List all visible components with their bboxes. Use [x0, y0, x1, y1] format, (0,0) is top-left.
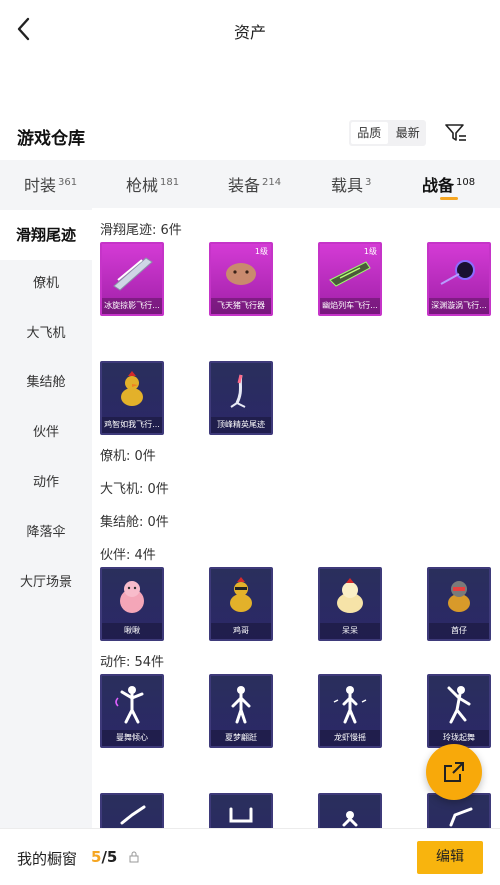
- share-icon: [444, 762, 464, 782]
- sidebar-item-partner[interactable]: 伙伴: [0, 408, 92, 458]
- sidebar-item-lobby-scene[interactable]: 大厅场景: [0, 558, 92, 608]
- section-label-big-plane: 大飞机: 0件: [100, 482, 169, 497]
- item-name: 顶峰精英尾迹: [211, 417, 271, 433]
- item-image: [429, 569, 489, 625]
- lock-icon: [129, 851, 139, 863]
- sort-quality-button[interactable]: 品质: [351, 122, 388, 144]
- item-image: [211, 569, 271, 625]
- item-name: 啾啾: [102, 623, 162, 639]
- section-label-action: 动作: 54件: [100, 655, 165, 670]
- tab-fashion[interactable]: 时装 361: [24, 172, 77, 196]
- item-image: [211, 244, 271, 300]
- item-name: 龙虾慢摇: [320, 730, 380, 746]
- showcase-total: /5: [101, 848, 118, 866]
- item-card[interactable]: [209, 793, 273, 828]
- sidebar-item-wingman[interactable]: 僚机: [0, 259, 92, 309]
- sort-latest-button[interactable]: 最新: [390, 120, 427, 146]
- filter-icon[interactable]: [444, 122, 468, 144]
- tab-equipment[interactable]: 装备 214: [228, 172, 281, 196]
- item-card[interactable]: 酋仔: [427, 567, 491, 641]
- edit-button[interactable]: 编辑: [417, 841, 483, 874]
- sidebar-item-big-plane[interactable]: 大飞机: [0, 309, 92, 359]
- item-name: 幽焰列车飞行...: [320, 298, 380, 314]
- item-image: [102, 244, 162, 300]
- section-label-wingman: 僚机: 0件: [100, 449, 156, 464]
- item-name: 曼舞倾心: [102, 730, 162, 746]
- item-card[interactable]: 玲珑起舞: [427, 674, 491, 748]
- sidebar-item-pod[interactable]: 集结舱: [0, 358, 92, 408]
- item-card[interactable]: 鸡哥: [209, 567, 273, 641]
- item-image: [320, 569, 380, 625]
- share-button[interactable]: [426, 744, 482, 800]
- tab-label: 战备: [422, 176, 455, 195]
- item-image: [429, 244, 489, 300]
- item-card[interactable]: 呆呆: [318, 567, 382, 641]
- showcase-label: 我的橱窗: [17, 850, 78, 868]
- item-image: [102, 363, 162, 419]
- tab-label: 时装: [24, 176, 57, 195]
- item-card[interactable]: 1级 幽焰列车飞行...: [318, 242, 382, 316]
- repo-title: 游戏仓库: [17, 129, 85, 149]
- item-image: [102, 795, 162, 828]
- item-image: [211, 363, 271, 419]
- item-card[interactable]: 深渊漩涡飞行...: [427, 242, 491, 316]
- showcase-count: 5/5: [91, 848, 117, 866]
- active-tab-indicator: [440, 197, 458, 200]
- item-name: 飞天猪飞行器: [211, 298, 271, 314]
- item-name: 酋仔: [429, 623, 489, 639]
- item-card[interactable]: 夏梦翩跹: [209, 674, 273, 748]
- item-card[interactable]: 龙虾慢摇: [318, 674, 382, 748]
- tab-vehicles[interactable]: 载具 3: [331, 172, 371, 196]
- section-label-pod: 集结舱: 0件: [100, 515, 169, 530]
- category-tabs: 时装 361 枪械 181 装备 214 载具 3 战备 108: [0, 160, 500, 208]
- tab-count: 3: [365, 177, 372, 188]
- tab-battle-gear[interactable]: 战备 108: [422, 172, 475, 196]
- tab-label: 枪械: [126, 176, 159, 195]
- sort-toggle: 品质 最新: [349, 120, 426, 146]
- item-card[interactable]: 1级 飞天猪飞行器: [209, 242, 273, 316]
- item-card[interactable]: 曼舞倾心: [100, 674, 164, 748]
- tab-guns[interactable]: 枪械 181: [126, 172, 179, 196]
- bottom-bar: 我的橱窗 5/5 编辑: [0, 828, 500, 885]
- item-name: 呆呆: [320, 623, 380, 639]
- item-image: [211, 795, 271, 828]
- sidebar: 滑翔尾迹 僚机 大飞机 集结舱 伙伴 动作 降落伞 大厅场景: [0, 208, 92, 828]
- section-label-glide: 滑翔尾迹: 6件: [100, 223, 182, 238]
- tab-label: 载具: [331, 176, 364, 195]
- item-image: [429, 676, 489, 732]
- item-name: 鸡哥: [211, 623, 271, 639]
- repo-header: 游戏仓库 品质 最新: [0, 118, 500, 154]
- item-card[interactable]: 鸡智如我飞行...: [100, 361, 164, 435]
- item-image: [320, 244, 380, 300]
- section-label-partner: 伙伴: 4件: [100, 548, 156, 563]
- item-name: 夏梦翩跹: [211, 730, 271, 746]
- sidebar-item-glide-trail[interactable]: 滑翔尾迹: [0, 210, 92, 260]
- page-title: 资产: [233, 23, 266, 42]
- item-image: [320, 676, 380, 732]
- tab-count: 108: [456, 177, 476, 188]
- item-image: [429, 795, 489, 828]
- tab-count: 361: [58, 177, 78, 188]
- item-name: 冰旋掠影飞行...: [102, 298, 162, 314]
- asset-page: 资产 游戏仓库 品质 最新 时装 361 枪械 181 装备 214 载具 3 战备 10…: [0, 0, 500, 885]
- item-name: 深渊漩涡飞行...: [429, 298, 489, 314]
- tab-count: 181: [160, 177, 180, 188]
- item-card[interactable]: [100, 793, 164, 828]
- item-image: [320, 795, 380, 828]
- item-card[interactable]: 冰旋掠影飞行...: [100, 242, 164, 316]
- sidebar-item-parachute[interactable]: 降落伞: [0, 508, 92, 558]
- item-card[interactable]: 顶峰精英尾迹: [209, 361, 273, 435]
- showcase-current: 5: [91, 848, 102, 866]
- item-name: 鸡智如我飞行...: [102, 417, 162, 433]
- sidebar-item-action[interactable]: 动作: [0, 458, 92, 508]
- tab-count: 214: [262, 177, 282, 188]
- item-card[interactable]: [318, 793, 382, 828]
- item-image: [102, 569, 162, 625]
- tab-label: 装备: [228, 176, 261, 195]
- item-grid: 滑翔尾迹: 6件 冰旋掠影飞行... 1级 飞天猪飞行器 1级 幽焰列车飞行..…: [92, 208, 500, 828]
- item-card[interactable]: 啾啾: [100, 567, 164, 641]
- top-bar: 资产: [0, 0, 500, 60]
- item-image: [211, 676, 271, 732]
- item-image: [102, 676, 162, 732]
